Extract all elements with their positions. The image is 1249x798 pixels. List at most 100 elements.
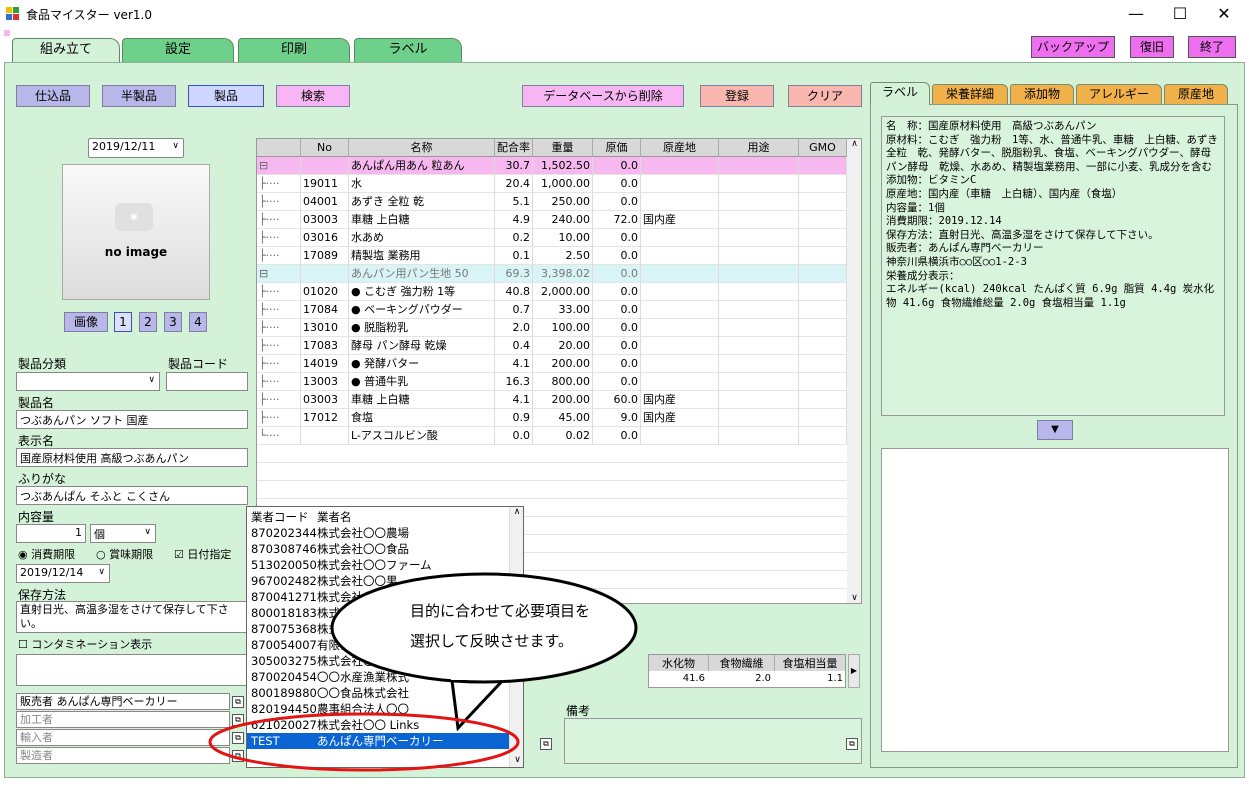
tab-settings[interactable]: 設定 bbox=[122, 38, 234, 62]
image-page-4[interactable]: 4 bbox=[189, 312, 207, 332]
grid-row[interactable]: ⊟ あんぱん用あん 粒あん 30.7 1,502.50 0.0 bbox=[257, 157, 847, 175]
grid-row[interactable]: ├···· 03003 車糖 上白糖 4.9 240.00 72.0 国内産 bbox=[257, 211, 847, 229]
grid-row[interactable]: ├···· 17012 食塩 0.9 45.00 9.0 国内産 bbox=[257, 409, 847, 427]
grid-header-weight[interactable]: 重量 bbox=[533, 139, 593, 157]
content-qty-input[interactable]: 1 bbox=[16, 524, 86, 543]
triangle-down-icon[interactable]: ▼ bbox=[1037, 420, 1073, 440]
tab-label[interactable]: ラベル bbox=[354, 38, 462, 62]
semi-product-button[interactable]: 半製品 bbox=[102, 85, 176, 107]
grid-cell-origin bbox=[641, 193, 719, 211]
product-name-input[interactable]: つぶあんパン ソフト 国産 bbox=[16, 410, 248, 429]
expiry-best-radio[interactable]: ○ 賞味期限 bbox=[96, 546, 153, 562]
grid-row[interactable]: └···· L-アスコルビン酸 0.0 0.02 0.0 bbox=[257, 427, 847, 445]
grid-header-use[interactable]: 用途 bbox=[719, 139, 799, 157]
grid-cell-empty bbox=[799, 373, 847, 391]
chevron-down-icon[interactable]: ∨ bbox=[847, 593, 861, 603]
contamination-checkbox[interactable]: ☐ コンタミネーション表示 bbox=[18, 636, 152, 652]
tab-assembly[interactable]: 組み立て bbox=[12, 38, 120, 64]
search-button[interactable]: 検索 bbox=[276, 85, 350, 107]
grid-row-empty[interactable] bbox=[257, 445, 847, 463]
maximize-button[interactable]: ☐ bbox=[1157, 0, 1203, 28]
importer-field[interactable]: 輸入者 bbox=[16, 729, 230, 746]
grid-cell-name: L-アスコルビン酸 bbox=[349, 427, 495, 445]
grid-cell-cost: 9.0 bbox=[593, 409, 641, 427]
grid-row[interactable]: ├···· 03003 車糖 上白糖 4.1 200.00 60.0 国内産 bbox=[257, 391, 847, 409]
grid-row[interactable]: ├···· 17089 精製塩 業務用 0.1 2.50 0.0 bbox=[257, 247, 847, 265]
grid-cell-empty bbox=[719, 211, 799, 229]
category-select[interactable]: ∨ bbox=[16, 372, 160, 391]
clear-button[interactable]: クリア bbox=[788, 85, 862, 107]
image-page-1[interactable]: 1 bbox=[114, 312, 132, 332]
right-tab-nutrition[interactable]: 栄養詳細 bbox=[932, 84, 1008, 104]
grid-row[interactable]: ├···· 04001 あずき 全粒 乾 5.1 250.00 0.0 bbox=[257, 193, 847, 211]
grid-cell-empty bbox=[799, 283, 847, 301]
grid-cell-no: 19011 bbox=[301, 175, 349, 193]
grid-header-gmo[interactable]: GMO bbox=[799, 139, 847, 157]
grid-row[interactable]: ├···· 13003 ● 普通牛乳 16.3 800.00 0.0 bbox=[257, 373, 847, 391]
seller-field[interactable]: 販売者 あんぱん専門ベーカリー bbox=[16, 693, 230, 710]
grid-row[interactable]: ├···· 17084 ● ベーキングパウダー 0.7 33.00 0.0 bbox=[257, 301, 847, 319]
content-unit-select[interactable]: 個 ∨ bbox=[90, 524, 156, 543]
grid-header-no[interactable]: No bbox=[301, 139, 349, 157]
tab-print[interactable]: 印刷 bbox=[238, 38, 350, 62]
grid-row[interactable]: ├···· 01020 ● こむぎ 強力粉 1等 40.8 2,000.00 0.0 bbox=[257, 283, 847, 301]
product-image: ◉ no image bbox=[62, 164, 210, 300]
manufacturer-field[interactable]: 製造者 bbox=[16, 747, 230, 764]
grid-cell-empty bbox=[799, 193, 847, 211]
vendor-list-item[interactable]: 870308746 株式会社〇〇食品 bbox=[247, 541, 509, 557]
backup-button[interactable]: バックアップ bbox=[1031, 36, 1115, 58]
image-page-3[interactable]: 3 bbox=[164, 312, 182, 332]
grid-row[interactable]: ⊟ あんパン用パン生地 50 69.3 3,398.02 0.0 bbox=[257, 265, 847, 283]
exit-button[interactable]: 終了 bbox=[1188, 36, 1236, 58]
grid-row[interactable]: ├···· 14019 ● 発酵バター 4.1 200.00 0.0 bbox=[257, 355, 847, 373]
delete-from-db-button[interactable]: データベースから削除 bbox=[522, 85, 684, 107]
grid-header-cost[interactable]: 原価 bbox=[593, 139, 641, 157]
furigana-input[interactable]: つぶあんぱん そふと こくさん bbox=[16, 486, 248, 505]
grid-header-rate[interactable]: 配合率 bbox=[495, 139, 533, 157]
grid-row[interactable]: ├···· 19011 水 20.4 1,000.00 0.0 bbox=[257, 175, 847, 193]
image-button[interactable]: 画像 bbox=[64, 312, 108, 332]
grid-row-empty[interactable] bbox=[257, 463, 847, 481]
right-tab-origin[interactable]: 原産地 bbox=[1164, 84, 1228, 104]
tree-node-icon: ├···· bbox=[257, 373, 301, 391]
grid-cell-empty bbox=[719, 283, 799, 301]
grid-header-name[interactable]: 名称 bbox=[349, 139, 495, 157]
expiry-consume-radio[interactable]: ◉ 消費期限 bbox=[18, 546, 75, 562]
grid-header-origin[interactable]: 原産地 bbox=[641, 139, 719, 157]
restore-button[interactable]: 復旧 bbox=[1130, 36, 1174, 58]
expiry-date-picker[interactable]: 2019/12/14 ∨ bbox=[16, 564, 110, 583]
grid-scrollbar[interactable]: ∧ ∨ bbox=[847, 139, 861, 603]
minimize-button[interactable]: — bbox=[1113, 0, 1159, 28]
close-button[interactable]: ✕ bbox=[1201, 0, 1247, 28]
tree-node-icon: ├···· bbox=[257, 301, 301, 319]
date-picker[interactable]: 2019/12/11 ∨ bbox=[88, 138, 184, 158]
right-tab-allergy[interactable]: アレルギー bbox=[1076, 84, 1162, 104]
vendor-list-item[interactable]: 870202344 株式会社〇〇農場 bbox=[247, 525, 509, 541]
grid-cell-no: 01020 bbox=[301, 283, 349, 301]
right-tab-additives[interactable]: 添加物 bbox=[1010, 84, 1074, 104]
label-preview-area[interactable] bbox=[881, 448, 1229, 752]
chevron-up-icon[interactable]: ∧ bbox=[847, 139, 861, 149]
prep-item-button[interactable]: 仕込品 bbox=[16, 85, 90, 107]
grid-row[interactable]: ├···· 03016 水あめ 0.2 10.00 0.0 bbox=[257, 229, 847, 247]
product-button[interactable]: 製品 bbox=[188, 85, 264, 107]
grid-row-empty[interactable] bbox=[257, 481, 847, 499]
chevron-up-icon[interactable]: ∧ bbox=[510, 507, 523, 517]
product-code-input[interactable] bbox=[166, 372, 248, 391]
vendor-name-header: 業者名 bbox=[317, 510, 352, 524]
nutrition-value-fiber: 2.0 bbox=[755, 673, 771, 684]
grid-row[interactable]: ├···· 17083 酵母 パン酵母 乾燥 0.4 20.00 0.0 bbox=[257, 337, 847, 355]
grid-cell-empty bbox=[719, 265, 799, 283]
display-name-input[interactable]: 国産原材料使用 高級つぶあんパン bbox=[16, 448, 248, 467]
grid-row[interactable]: ├···· 13010 ● 脱脂粉乳 2.0 100.00 0.0 bbox=[257, 319, 847, 337]
right-tab-label[interactable]: ラベル bbox=[870, 82, 930, 105]
copy-icon[interactable]: ⧉ bbox=[846, 738, 858, 750]
register-button[interactable]: 登録 bbox=[700, 85, 774, 107]
processor-field[interactable]: 加工者 bbox=[16, 711, 230, 728]
label-text-area[interactable]: 名 称：国産原材料使用 高級つぶあんパン 原材料：こむぎ 強力粉 1等、水、普通… bbox=[881, 116, 1225, 416]
grid-cell-empty bbox=[719, 337, 799, 355]
chevron-right-icon[interactable]: ▶ bbox=[848, 654, 860, 688]
image-page-2[interactable]: 2 bbox=[139, 312, 157, 332]
grid-cell-origin bbox=[641, 229, 719, 247]
grid-cell-name: ● 発酵バター bbox=[349, 355, 495, 373]
